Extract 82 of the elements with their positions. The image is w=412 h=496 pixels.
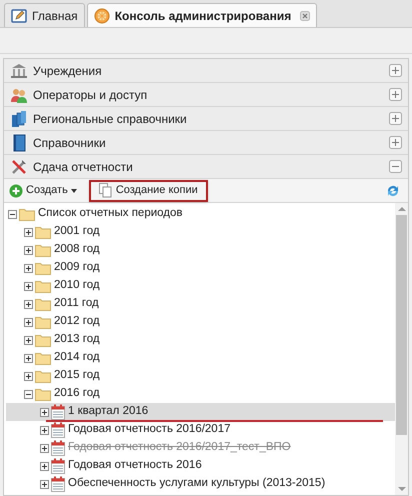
tree-item-label: Годовая отчетность 2016/2017_тест_ВПО: [67, 440, 291, 456]
tree-item-label: Список отчетных периодов: [37, 206, 183, 222]
expand-icon[interactable]: [24, 300, 33, 308]
accordion-header[interactable]: Справочники: [4, 131, 408, 155]
expand-icon[interactable]: [24, 372, 33, 380]
folder-icon: [19, 207, 35, 221]
copy-icon: [98, 183, 112, 198]
accordion-header[interactable]: Операторы и доступ: [4, 83, 408, 107]
tree-item[interactable]: 2016 год: [6, 385, 395, 403]
tree-item[interactable]: 2008 год: [6, 241, 395, 259]
folder-icon: [35, 387, 51, 401]
folder-icon: [35, 279, 51, 293]
expand-icon[interactable]: [24, 336, 33, 344]
tree-item-label: 2008 год: [53, 242, 100, 258]
expand-icon[interactable]: [24, 228, 33, 236]
caret-icon: [70, 188, 77, 192]
edit-icon: [11, 8, 27, 24]
folder-icon: [35, 225, 51, 239]
tree-item[interactable]: 2001 год: [6, 223, 395, 241]
expand-icon[interactable]: [40, 426, 49, 434]
folder-icon: [35, 297, 51, 311]
tree-item-label: 2011 год: [53, 296, 99, 312]
copy-button[interactable]: Создание копии: [88, 180, 208, 202]
scrollbar[interactable]: [395, 203, 408, 495]
expand-icon[interactable]: [24, 354, 33, 362]
close-icon[interactable]: [300, 10, 310, 20]
calendar-icon: [51, 422, 65, 438]
calendar-icon: [51, 476, 65, 492]
expand-icon[interactable]: [24, 246, 33, 254]
tree-item[interactable]: 2010 год: [6, 277, 395, 295]
accordion-header[interactable]: Региональные справочники: [4, 107, 408, 131]
folder-icon: [35, 243, 51, 257]
tree-item-label: 2013 год: [53, 332, 100, 348]
fruit-slice-icon: [94, 8, 110, 24]
tree-item[interactable]: 2009 год: [6, 259, 395, 277]
tree-item-label: Обеспеченность услугами культуры (2013-2015): [67, 476, 326, 492]
expand-icon[interactable]: [24, 318, 33, 326]
building-icon: [10, 62, 28, 80]
tree-item[interactable]: Список отчетных периодов: [6, 205, 395, 223]
folder-icon: [35, 369, 51, 383]
folder-icon: [35, 333, 51, 347]
tree-item-label: 2016 год: [53, 386, 100, 402]
tree-item-label: 2012 год: [53, 314, 100, 330]
tab[interactable]: Главная: [4, 3, 85, 27]
tree-item[interactable]: 2011 год: [6, 295, 395, 313]
tree-item[interactable]: Обеспеченность услугами культуры (2013-2015): [6, 475, 395, 493]
collapse-icon[interactable]: [24, 390, 33, 398]
calendar-icon: [51, 458, 65, 474]
collapse-icon[interactable]: [8, 210, 17, 218]
create-button[interactable]: Создать: [7, 182, 79, 199]
accordion-header[interactable]: Сдача отчетности: [4, 155, 408, 179]
tools-icon: [10, 158, 28, 176]
tree-item[interactable]: Годовая отчетность 2016: [6, 457, 395, 475]
tree-item[interactable]: 2014 год: [6, 349, 395, 367]
expand-icon[interactable]: [40, 462, 49, 470]
tree-item[interactable]: 1 квартал 2016: [6, 403, 395, 421]
expand-icon[interactable]: [40, 408, 49, 416]
folder-icon: [35, 261, 51, 275]
expand-icon[interactable]: [24, 282, 33, 290]
expand-icon[interactable]: [24, 264, 33, 272]
tree-item-label: Годовая отчетность 2016: [67, 458, 202, 474]
tab[interactable]: Консоль администрирования: [86, 3, 318, 27]
accordion-header[interactable]: Учреждения: [4, 59, 408, 83]
tree-item-label: 2015 год: [53, 368, 100, 384]
tree-item[interactable]: 2015 год: [6, 367, 395, 385]
tree-item-label: 2014 год: [53, 350, 100, 366]
tree-item[interactable]: 2013 год: [6, 331, 395, 349]
calendar-icon: [51, 440, 65, 456]
plus-icon: [9, 184, 23, 198]
tree-item-label: 2009 год: [53, 260, 100, 276]
tree-item-label: Годовая отчетность 2016/2017: [67, 422, 230, 438]
calendar-icon: [51, 404, 65, 420]
folder-icon: [35, 351, 51, 365]
expand-icon[interactable]: [40, 480, 49, 488]
tree-item[interactable]: 2012 год: [6, 313, 395, 331]
tree-item[interactable]: Годовая отчетность 2016/2017: [6, 421, 395, 439]
tree-item-label: 1 квартал 2016: [67, 404, 148, 420]
folder-icon: [35, 315, 51, 329]
tree-item-label: 2001 год: [53, 224, 100, 240]
scroll-thumb[interactable]: [396, 215, 407, 435]
tree-item-label: 2010 год: [53, 278, 100, 294]
books-icon: [10, 110, 28, 128]
